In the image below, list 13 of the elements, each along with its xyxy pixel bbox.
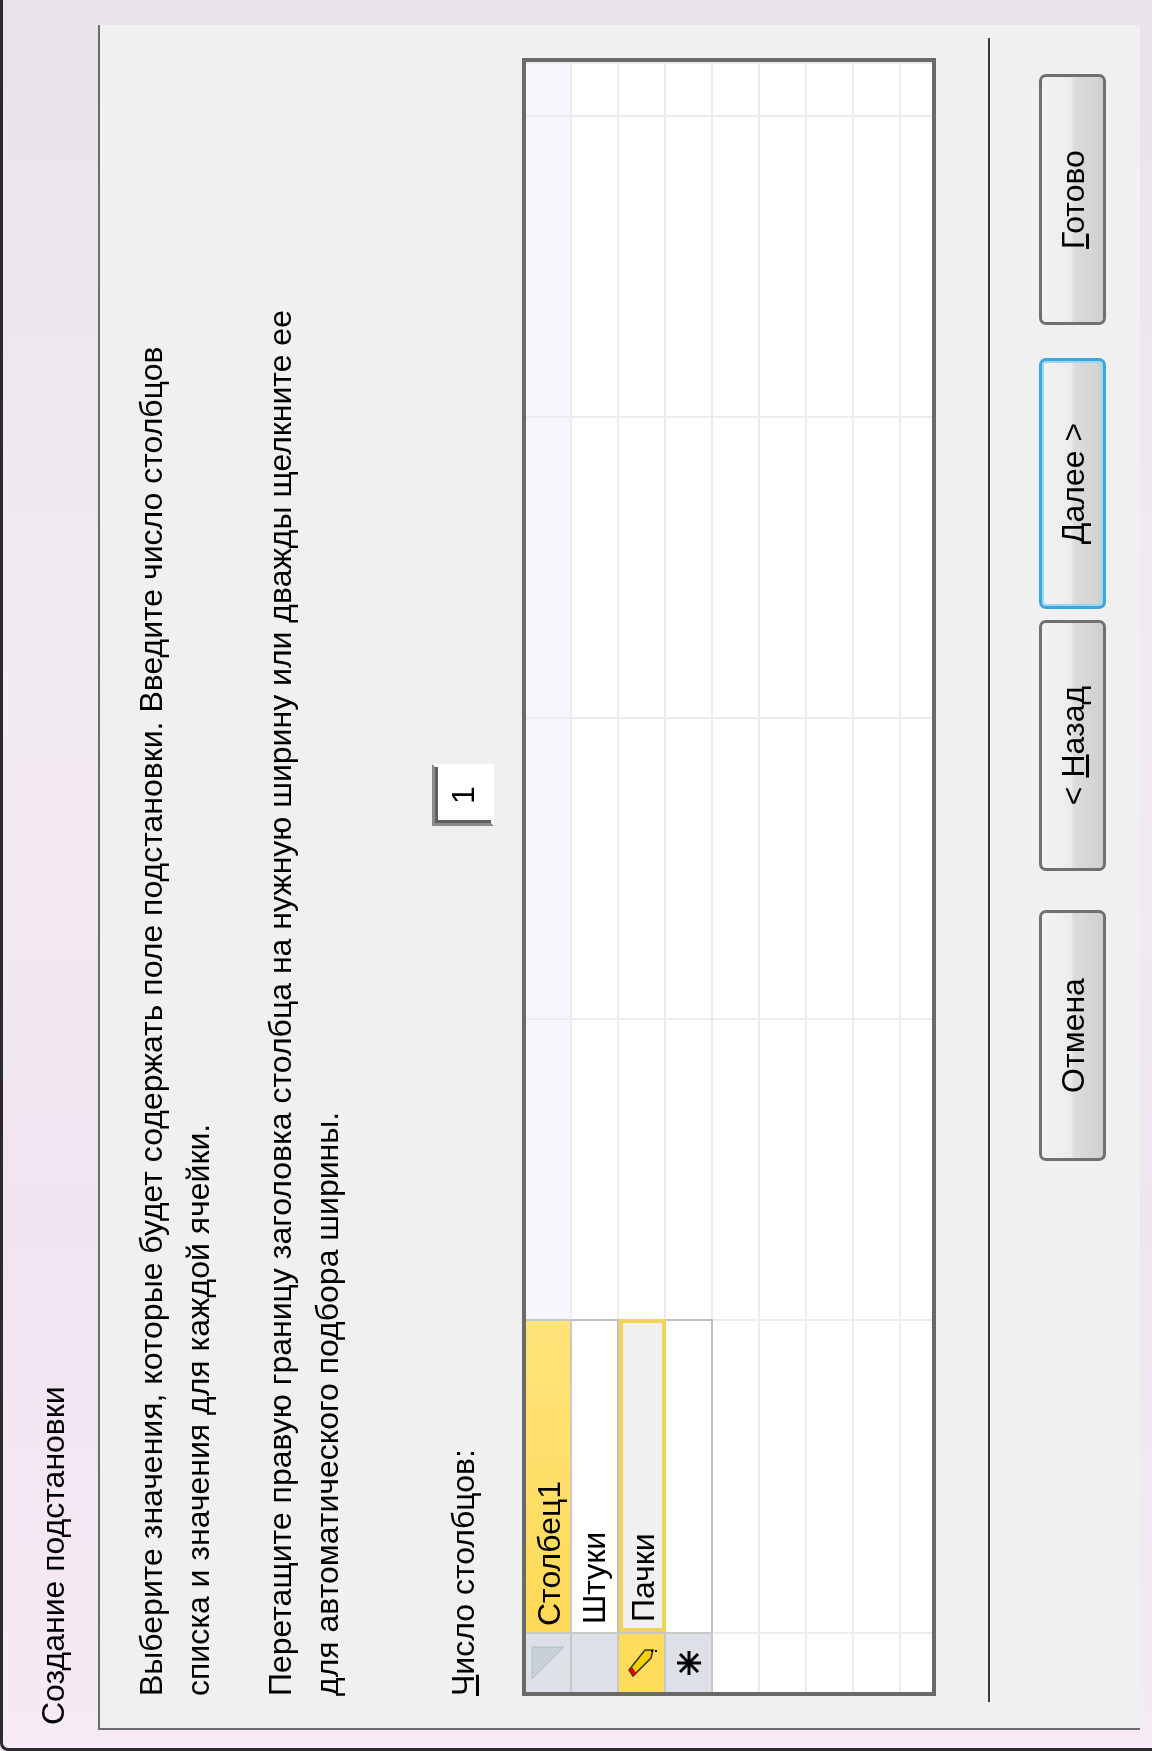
column-count-field[interactable]: 1	[432, 764, 494, 826]
window-title: Создание подстановки	[35, 1386, 71, 1725]
column-header[interactable]: Столбец1	[526, 1319, 572, 1632]
instruction-text: Выберите значения, которые будет содержать поле подстановки. Введите число столбцов списка и значения для каждой ячейки.	[132, 345, 217, 1696]
wizard-button[interactable]: < Назад	[1039, 620, 1106, 871]
table-cell[interactable]: Пачки	[619, 1319, 666, 1632]
wizard-button[interactable]: Далее >	[1039, 358, 1106, 609]
wizard-button[interactable]: Готово	[1039, 74, 1106, 325]
instruction-text: Перетащите правую границу заголовка столбца на нужную ширину или дважды щелкните ее для автоматического подбора ширины.	[261, 309, 346, 1696]
wizard-button[interactable]: Отмена	[1039, 910, 1106, 1161]
column-count-label: Число столбцов:	[444, 1449, 482, 1696]
asterisk-icon	[675, 1650, 702, 1676]
select-all-corner-icon[interactable]	[530, 1645, 566, 1681]
